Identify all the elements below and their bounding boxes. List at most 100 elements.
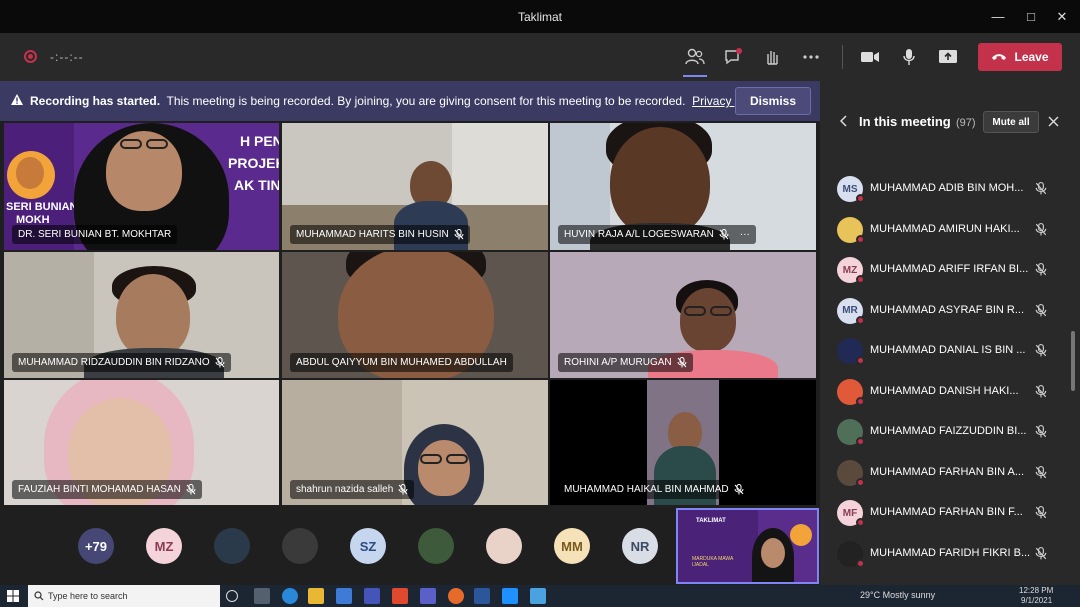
presence-dot [856,234,865,244]
mic-off-icon[interactable] [1035,384,1047,398]
banner-message: This meeting is being recorded. By joini… [166,94,686,108]
video-tile[interactable]: FAUZIAH BINTI MOHAMAD HASAN [4,380,279,505]
window-title: Taklimat [517,10,562,24]
avatar[interactable] [486,528,522,564]
camera-icon [861,52,879,62]
avatar[interactable]: NR [622,528,658,564]
avatar[interactable]: SZ [350,528,386,564]
avatar[interactable]: MZ [146,528,182,564]
avatar[interactable] [214,528,250,564]
video-tile[interactable]: MUHAMMAD HAIKAL BIN MAHMAD [550,380,816,505]
mic-off-icon[interactable] [1035,303,1047,317]
leave-label: Leave [1014,50,1049,64]
app-icon[interactable] [502,588,518,604]
avatar[interactable]: MM [554,528,590,564]
panel-scrollbar[interactable] [1071,331,1075,391]
clock-date[interactable]: 9/1/2021 [1021,596,1052,605]
camera-button[interactable] [855,43,885,71]
edge-browser-icon[interactable] [282,588,298,604]
thumbnail-text: MARDUKA MAWA IJADAL [692,556,734,568]
presence-dot [856,518,865,527]
minimize-icon[interactable]: — [980,0,1016,33]
overflow-count-avatar[interactable]: +79 [78,528,114,564]
avatar[interactable] [282,528,318,564]
video-tile[interactable]: MUHAMMAD RIDZAUDDIN BIN RIDZANO [4,252,279,378]
video-tile[interactable]: ABDUL QAIYYUM BIN MUHAMED ABDULLAH [282,252,548,378]
file-explorer-icon[interactable] [308,588,324,604]
participant-count: (97) [956,117,976,129]
mic-off-icon [734,484,744,495]
mail-icon[interactable] [336,588,352,604]
weather-status[interactable]: 29°C Mostly sunny [860,590,935,600]
taskbar-search-input[interactable]: Type here to search [28,585,220,607]
close-icon[interactable]: ✕ [1044,0,1080,33]
more-icon [803,55,819,59]
presence-dot [856,477,865,487]
leave-button[interactable]: Leave [978,43,1062,71]
chat-button[interactable] [718,43,748,71]
tile-more-icon[interactable]: ··· [740,229,750,240]
raise-hand-button[interactable] [757,43,787,71]
office-icon[interactable] [392,588,408,604]
participant-row[interactable]: MR MUHAMMAD ASYRAF BIN R... [820,291,1070,331]
participant-nametag: DR. SERI BUNIAN BT. MOKHTAR [12,225,178,244]
mic-off-icon[interactable] [1035,263,1047,276]
video-tile[interactable]: shahrun nazida salleh [282,380,548,505]
shared-content-thumbnail[interactable]: TAKLIMAT MARDUKA MAWA IJADAL [676,508,819,584]
mic-off-icon [186,484,196,495]
firefox-icon[interactable] [448,588,464,604]
task-view-icon[interactable] [254,588,270,604]
participant-name: MUHAMMAD FARHAN BIN A... [870,465,1025,478]
cortana-icon[interactable] [226,590,238,602]
participant-row[interactable]: MZ MUHAMMAD ARIFF IRFAN BI... [820,250,1070,290]
panel-title: In this meeting [859,114,951,129]
avatar [837,540,865,568]
mic-off-icon [215,357,225,368]
windows-start-icon[interactable] [7,590,19,602]
video-tile[interactable]: ROHINI A/P MURUGAN [550,252,816,378]
avatar[interactable] [418,528,454,564]
participant-row[interactable]: MUHAMMAD FARIDH FIKRI B... [820,534,1070,574]
close-panel-icon[interactable] [1048,116,1059,127]
teams-icon[interactable] [420,588,436,604]
slide-text: AK TINGGI [234,177,279,193]
participant-row[interactable]: MUHAMMAD FARHAN BIN A... [820,453,1070,493]
participant-row[interactable]: MS MUHAMMAD ADIB BIN MOH... [820,169,1070,209]
word-icon[interactable] [474,588,490,604]
clock-time[interactable]: 12:28 PM [1019,586,1053,595]
share-screen-icon [939,50,957,63]
microphone-icon [903,49,915,65]
recording-banner: Recording has started. This meeting is b… [0,81,820,121]
app-icon[interactable] [364,588,380,604]
mic-off-icon[interactable] [1035,222,1047,236]
mic-off-icon[interactable] [1035,344,1047,357]
presence-dot [856,275,865,284]
avatar: MF [837,500,865,527]
mute-all-button[interactable]: Mute all [983,111,1039,133]
mic-off-icon[interactable] [1035,465,1047,479]
mic-off-icon[interactable] [1035,425,1047,438]
mic-off-icon[interactable] [1035,546,1047,560]
microphone-button[interactable] [894,43,924,71]
participant-row[interactable]: MUHAMMAD FAIZZUDDIN BI... [820,412,1070,452]
participant-row[interactable]: MF MUHAMMAD FARHAN BIN F... [820,493,1070,533]
participant-name: MUHAMMAD FARHAN BIN F... [870,506,1023,518]
participant-row[interactable]: MUHAMMAD AMIRUN HAKI... [820,210,1070,250]
participant-row[interactable]: MUHAMMAD DANIAL IS BIN ... [820,331,1070,371]
video-tile[interactable]: MUHAMMAD HARITS BIN HUSIN [282,123,548,250]
app-icon[interactable] [530,588,546,604]
teams-meeting-window: Taklimat — □ ✕ -:--:-- Leave Recording h… [0,0,1080,607]
more-actions-button[interactable] [796,43,826,71]
windows-taskbar: Type here to search 29°C Mostly sunny 12… [0,585,1080,607]
video-tile[interactable]: HUVIN RAJA A/L LOGESWARAN ··· [550,123,816,250]
mic-off-icon[interactable] [1035,506,1047,519]
share-button[interactable] [933,43,963,71]
participant-name: MUHAMMAD AMIRUN HAKI... [870,222,1020,235]
participants-button[interactable] [680,43,710,77]
banner-text: Recording has started. This meeting is b… [30,94,765,108]
back-chevron-icon[interactable] [840,115,848,127]
dismiss-button[interactable]: Dismiss [735,87,811,115]
video-tile[interactable]: H PENULISAN PROJEK AKH AK TINGGI SERI BU… [4,123,279,250]
mic-off-icon[interactable] [1035,182,1047,195]
participant-row[interactable]: MUHAMMAD DANISH HAKI... [820,372,1070,412]
